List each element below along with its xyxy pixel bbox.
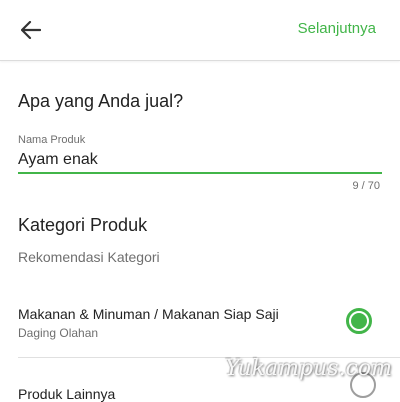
category-section-title: Kategori Produk <box>18 215 148 235</box>
character-counter: 9 / 70 <box>352 180 380 192</box>
category-option-other[interactable]: Produk Lainnya <box>0 358 400 402</box>
category-option-ready-meals[interactable]: Makanan & Minuman / Makanan Siap Saji Da… <box>0 300 400 356</box>
product-name-label: Nama Produk <box>18 134 86 146</box>
radio-unselected-icon[interactable] <box>350 372 376 398</box>
top-app-bar: Selanjutnya <box>0 0 400 61</box>
back-button[interactable] <box>14 14 48 46</box>
product-name-input[interactable] <box>18 148 382 174</box>
option-title: Makanan & Minuman / Makanan Siap Saji <box>18 306 279 322</box>
next-button[interactable]: Selanjutnya <box>298 20 376 37</box>
option-subtitle: Daging Olahan <box>18 326 99 340</box>
product-question-title: Apa yang Anda jual? <box>18 91 184 111</box>
arrow-left-icon <box>21 21 41 39</box>
category-recommendation-label: Rekomendasi Kategori <box>18 249 160 265</box>
radio-selected-icon[interactable] <box>346 308 372 334</box>
